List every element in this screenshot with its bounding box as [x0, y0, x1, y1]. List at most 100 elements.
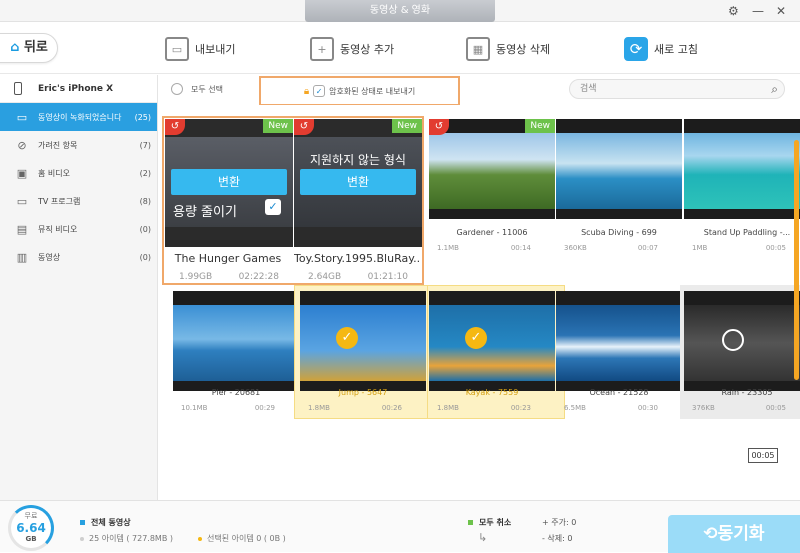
- total-legend-icon: [80, 520, 85, 525]
- video-title: Kayak - 7559: [465, 388, 519, 397]
- device-header[interactable]: Eric's iPhone X: [0, 75, 157, 103]
- search-icon[interactable]: ⌕: [771, 80, 778, 98]
- selected-summary-text: 선택된 아이템 0 ( 0B ): [207, 534, 286, 543]
- thumbnail-image: [684, 133, 800, 209]
- video-thumbnail: [684, 291, 800, 391]
- select-all-checkbox[interactable]: [171, 83, 183, 95]
- video-duration: 00:23: [510, 404, 531, 412]
- search-input[interactable]: 검색 ⌕: [569, 79, 785, 99]
- play-icon[interactable]: [722, 329, 744, 351]
- sidebar-item-recorded[interactable]: ▭ 동영상이 녹화되었습니다 (25): [0, 103, 157, 131]
- toolbar: ⌂ 뒤로 ▭ 내보내기 + 동영상 추가 ▦ 동영상 삭제 ⟳ 새로 고침: [0, 22, 800, 74]
- back-label: 뒤로: [23, 40, 48, 55]
- duration-tooltip: 00:05: [748, 448, 778, 463]
- close-button[interactable]: ✕: [776, 3, 786, 19]
- lock-icon: 🔒︎: [303, 85, 310, 97]
- minimize-button[interactable]: —: [752, 3, 764, 19]
- free-value: 6.64: [16, 521, 46, 535]
- sidebar-item-label: 뮤직 비디오: [38, 224, 78, 234]
- sidebar: Eric's iPhone X ▭ 동영상이 녹화되었습니다 (25) ⊘ 가려…: [0, 75, 158, 500]
- back-button[interactable]: ⌂ 뒤로: [0, 33, 58, 63]
- refresh-label: 새로 고침: [654, 43, 698, 56]
- hidden-eye-icon: ⊘: [17, 138, 27, 152]
- encrypt-checkbox[interactable]: ✓: [313, 85, 326, 97]
- sidebar-item-movies[interactable]: ▥ 동영상 (0): [0, 243, 157, 271]
- video-thumbnail: ✓: [300, 291, 426, 391]
- window-title: 동영상 & 영화: [305, 0, 495, 22]
- home-video-icon: ▣: [16, 166, 28, 180]
- encrypt-label: 암호화된 상태로 내보내기: [329, 86, 416, 96]
- sidebar-item-count: (2): [139, 168, 151, 178]
- storage-gauge: 무료 6.64 GB: [8, 505, 54, 551]
- thumbnail-image: [429, 305, 555, 381]
- video-duration: 00:14: [510, 244, 531, 252]
- search-placeholder: 검색: [580, 84, 597, 94]
- select-all-label: 모두 선택: [191, 84, 223, 94]
- add-video-label: 동영상 추가: [340, 43, 395, 56]
- free-label: 무료: [24, 512, 38, 520]
- sidebar-item-count: (0): [139, 252, 151, 262]
- video-thumbnail: [173, 291, 299, 391]
- video-thumbnail: ✓: [429, 291, 555, 391]
- video-title: Pier - 20681: [211, 388, 261, 397]
- free-unit: GB: [25, 535, 37, 543]
- phone-icon: [14, 82, 22, 95]
- video-title: Gardener - 11006: [456, 228, 528, 237]
- video-duration: 00:26: [381, 404, 402, 412]
- video-title: Rain - 23305: [721, 388, 773, 397]
- scrollbar[interactable]: [794, 140, 799, 380]
- thumbnail-image: [173, 305, 299, 381]
- highlight-frame: [162, 116, 424, 285]
- sidebar-item-label: 가려진 항목: [38, 140, 78, 150]
- title-bar: 동영상 & 영화 ⚙ — ✕: [0, 0, 800, 22]
- add-film-icon: +: [310, 37, 334, 61]
- video-duration: 00:07: [637, 244, 658, 252]
- export-icon: ▭: [165, 37, 189, 61]
- selected-summary: 선택된 아이템 0 ( 0B ): [198, 533, 286, 544]
- footer: 무료 6.64 GB 전체 동영상 25 아이템 ( 727.8MB ) 선택된…: [0, 500, 800, 553]
- sidebar-item-count: (0): [139, 224, 151, 234]
- sync-button[interactable]: ⟲동기화: [668, 515, 800, 553]
- add-video-button[interactable]: + 동영상 추가: [310, 36, 394, 62]
- video-size: 6.5MB: [564, 404, 586, 412]
- return-arrow-icon: ↳: [478, 531, 488, 544]
- sidebar-item-count: (7): [139, 140, 151, 150]
- gear-icon[interactable]: ⚙: [728, 3, 739, 19]
- video-duration: 00:05: [765, 404, 786, 412]
- delete-video-label: 동영상 삭제: [496, 43, 551, 56]
- back-arrow-icon: ⌂: [10, 40, 20, 55]
- video-duration: 00:29: [254, 404, 275, 412]
- cancel-all-button[interactable]: 모두 취소: [468, 517, 511, 528]
- sidebar-item-music-video[interactable]: ▤ 뮤직 비디오 (0): [0, 215, 157, 243]
- sidebar-item-label: 동영상이 녹화되었습니다: [38, 112, 122, 122]
- select-all[interactable]: 모두 선택: [171, 83, 223, 95]
- video-title: Ocean - 21528: [589, 388, 649, 397]
- sidebar-item-count: (8): [139, 196, 151, 206]
- new-badge: New: [525, 119, 555, 133]
- cancel-all-label: 모두 취소: [479, 518, 512, 527]
- sidebar-item-home-video[interactable]: ▣ 홈 비디오 (2): [0, 159, 157, 187]
- video-size: 1.1MB: [437, 244, 459, 252]
- sidebar-item-hidden[interactable]: ⊘ 가려진 항목 (7): [0, 131, 157, 159]
- total-videos: 전체 동영상: [80, 517, 131, 528]
- selected-check-icon: ✓: [465, 327, 487, 349]
- thumbnail-image: [300, 305, 426, 381]
- video-title: Stand Up Paddling -...: [703, 228, 791, 237]
- video-size: 1.8MB: [437, 404, 459, 412]
- items-dot-icon: [80, 536, 84, 541]
- cancel-legend-icon: [468, 520, 473, 525]
- refresh-icon: ⟳: [624, 37, 648, 61]
- delete-video-button[interactable]: ▦ 동영상 삭제: [466, 36, 550, 62]
- sidebar-item-tv[interactable]: ▭ TV 프로그램 (8): [0, 187, 157, 215]
- thumbnail-image: [556, 305, 682, 381]
- record-video-icon: ▭: [16, 110, 28, 124]
- delete-film-icon: ▦: [466, 37, 490, 61]
- added-count: + 주가: 0: [542, 518, 577, 527]
- sidebar-item-label: 동영상: [38, 252, 61, 262]
- video-thumbnail: ↺ New: [429, 119, 555, 219]
- thumbnail-image: [429, 133, 555, 209]
- video-size: 10.1MB: [181, 404, 208, 412]
- encrypt-export-option[interactable]: 🔒︎ ✓ 암호화된 상태로 내보내기: [259, 76, 460, 106]
- export-button[interactable]: ▭ 내보내기: [165, 36, 235, 62]
- refresh-button[interactable]: ⟳ 새로 고침: [624, 36, 698, 62]
